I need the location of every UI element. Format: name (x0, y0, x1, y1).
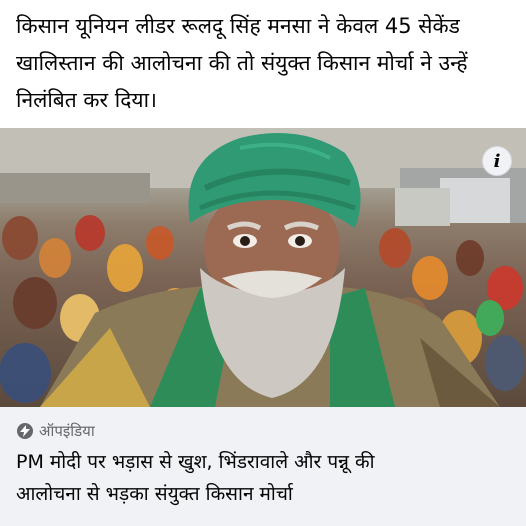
info-button[interactable]: i (482, 146, 512, 176)
lightning-bolt-icon (17, 423, 33, 439)
headline-line: आलोचना से भड़का संयुक्त किसान मोर्चा (16, 483, 293, 505)
farmer-leader-photo (0, 128, 526, 407)
post-text-line: निलंबित कर दिया। (16, 88, 157, 112)
link-preview-card[interactable]: ऑपइंडिया PM मोदी पर भड़ास से खुश, भिंडरा… (0, 407, 526, 526)
source-name: ऑपइंडिया (39, 422, 95, 440)
info-icon: i (493, 150, 501, 172)
headline-line: PM मोदी पर भड़ास से खुश, भिंडरावाले और प… (16, 451, 375, 473)
link-source: ऑपइंडिया (16, 420, 510, 442)
post-image[interactable]: i (0, 128, 526, 407)
post-text-line: खालिस्तान की आलोचना की तो संयुक्त किसान … (16, 51, 468, 75)
post-text: किसान यूनियन लीडर रूलदू सिंह मनसा ने केव… (0, 0, 526, 128)
post-text-line: किसान यूनियन लीडर रूलदू सिंह मनसा ने केव… (16, 14, 460, 38)
link-headline[interactable]: PM मोदी पर भड़ास से खुश, भिंडरावाले और प… (16, 446, 510, 510)
